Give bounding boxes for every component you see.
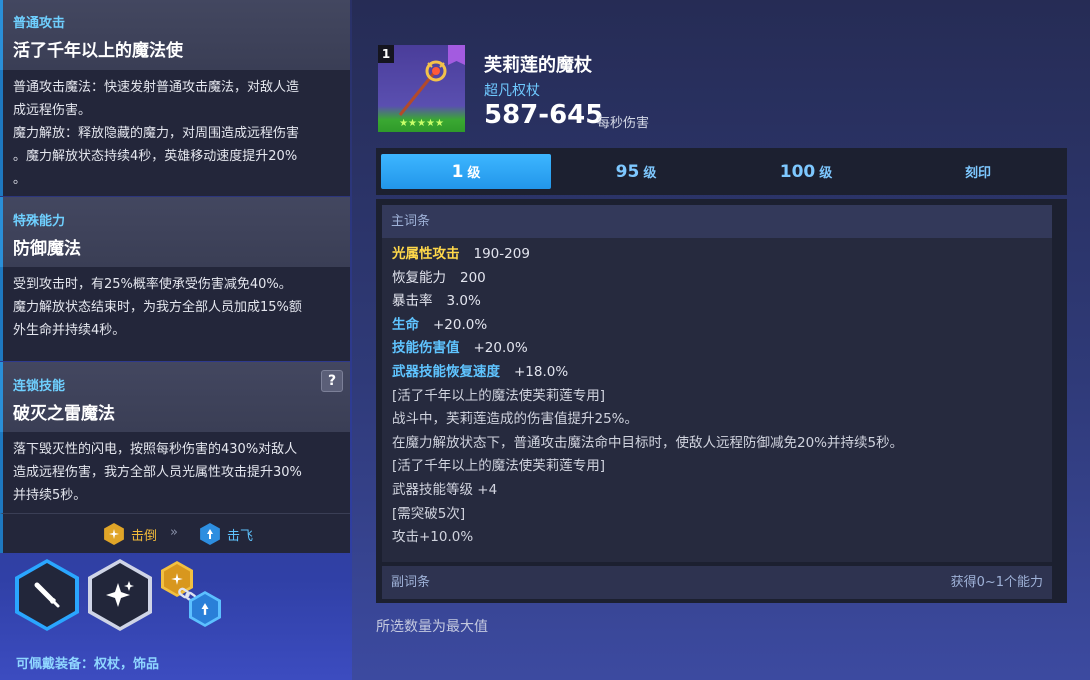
skill-header-chain: 连锁技能 破灭之雷魔法 bbox=[0, 362, 350, 432]
sparkle-icon bbox=[106, 581, 134, 607]
stat-label: 生命 bbox=[392, 316, 419, 333]
tab-num: 100 bbox=[779, 161, 816, 182]
stat-line: 武器技能恢复速度 +18.0% bbox=[392, 361, 1042, 385]
skill-slot-1[interactable] bbox=[15, 559, 79, 631]
level-tabs: 1 级 95 级 100 级 刻印 bbox=[376, 148, 1067, 195]
stat-note: 战斗中，芙莉莲造成的伤害值提升25%。 bbox=[392, 411, 639, 428]
star-rating: ★★★★★ bbox=[399, 118, 444, 129]
stat-value: 3.0% bbox=[446, 293, 481, 310]
stat-line: 生命 +20.0% bbox=[392, 314, 1042, 338]
desc-line: 外生命并持续4秒。 bbox=[13, 323, 126, 338]
desc-line: 受到攻击时，有25%概率使承受伤害减免40%。 bbox=[13, 277, 292, 292]
stat-note: [活了千年以上的魔法使芙莉莲专用] bbox=[392, 387, 606, 404]
stat-panel: 主词条 光属性攻击 190-209 恢复能力 200 暴击率 3.0% 生命 +20.0… bbox=[376, 199, 1067, 603]
tab-unit: 级 bbox=[643, 166, 657, 181]
desc-line: 。魔力解放状态持续4秒，英雄移动速度提升20% bbox=[13, 149, 298, 164]
chevron-right-icon: » bbox=[170, 525, 178, 540]
skill-desc-chain: 落下毁灭性的闪电，按照每秒伤害的430%对敌人 造成远程伤害，我方全部人员光属性… bbox=[0, 432, 350, 513]
sub-stats-note: 获得0~1个能力 bbox=[950, 575, 1043, 590]
skill-desc-special: 受到攻击时，有25%概率使承受伤害减免40%。 魔力解放状态结束时，为我方全部人… bbox=[0, 267, 350, 361]
skill-desc-normal: 普通攻击魔法：快速发射普通攻击魔法，对敌人造 成远程伤害。 魔力解放：释放隐藏的… bbox=[0, 70, 350, 196]
desc-line: 魔力解放状态结束时，为我方全部人员加成15%额 bbox=[13, 300, 302, 315]
stat-note: [活了千年以上的魔法使芙莉莲专用] bbox=[392, 458, 606, 475]
tab-unit: 级 bbox=[819, 166, 833, 181]
sub-stats-header: 副词条 获得0~1个能力 bbox=[382, 566, 1052, 599]
weapon-card[interactable]: 1 ★★★★★ bbox=[378, 45, 465, 132]
skill-title-normal: 活了千年以上的魔法使 bbox=[13, 41, 183, 61]
airborne-icon bbox=[192, 594, 218, 624]
stat-label: 恢复能力 bbox=[392, 269, 446, 286]
desc-line: 魔力解放：释放隐藏的魔力，对周围造成远程伤害 bbox=[13, 126, 300, 141]
tab-unit: 级 bbox=[467, 166, 481, 181]
desc-line: 并持续5秒。 bbox=[13, 488, 87, 503]
tab-level-95[interactable]: 95 级 bbox=[551, 154, 721, 189]
chain-effect-row: 击倒 » 击飞 bbox=[0, 513, 350, 553]
stat-label: 光属性攻击 bbox=[392, 246, 460, 262]
airborne-icon bbox=[200, 523, 220, 545]
desc-line: 普通攻击魔法：快速发射普通攻击魔法，对敌人造 bbox=[13, 80, 300, 95]
stat-line: 光属性攻击 190-209 bbox=[392, 243, 1042, 267]
skill-slot-2[interactable] bbox=[88, 559, 152, 631]
stat-label: 暴击率 bbox=[392, 293, 433, 310]
stat-value: 190-209 bbox=[473, 246, 530, 262]
stat-note: 在魔力解放状态下，普通攻击魔法命中目标时，使敌人远程防御减免20%并持续5秒。 bbox=[392, 434, 904, 451]
weapon-name: 芙莉莲的魔杖 bbox=[484, 55, 592, 76]
footer-note: 所选数量为最大值 bbox=[376, 619, 488, 635]
stat-label: 武器技能恢复速度 bbox=[392, 363, 500, 380]
skill-title-special: 防御魔法 bbox=[13, 239, 81, 259]
stat-note: [需突破5次] bbox=[392, 505, 466, 522]
sword-icon bbox=[34, 582, 60, 608]
sub-stats-title: 副词条 bbox=[391, 575, 431, 590]
tab-engrave[interactable]: 刻印 bbox=[891, 154, 1061, 189]
stat-value: +18.0% bbox=[514, 363, 569, 380]
stat-line: 暴击率 3.0% bbox=[392, 290, 1042, 314]
weapon-dps-unit: 每秒伤害 bbox=[597, 116, 650, 131]
skill-panel: 普通攻击 活了千年以上的魔法使 普通攻击魔法：快速发射普通攻击魔法，对敌人造 成… bbox=[0, 0, 352, 680]
tab-num: 1 bbox=[451, 161, 464, 182]
skill-title-chain: 破灭之雷魔法 bbox=[13, 404, 115, 424]
desc-line: 。 bbox=[13, 172, 27, 187]
stat-value: +20.0% bbox=[473, 340, 528, 357]
knockdown-icon bbox=[104, 523, 124, 545]
stat-note: 武器技能等级 +4 bbox=[392, 481, 498, 498]
skill-slot-1-inner bbox=[19, 563, 75, 627]
weapon-type: 超凡权杖 bbox=[484, 83, 540, 99]
skill-slot-2-inner bbox=[92, 563, 148, 627]
skill-header-special: 特殊能力 防御魔法 bbox=[0, 197, 350, 267]
stat-line: 技能伤害值 +20.0% bbox=[392, 337, 1042, 361]
tab-level-1[interactable]: 1 级 bbox=[381, 154, 551, 189]
skill-tag-special: 特殊能力 bbox=[13, 214, 66, 229]
weapon-dps: 587-645 bbox=[484, 100, 604, 130]
desc-line: 落下毁灭性的闪电，按照每秒伤害的430%对敌人 bbox=[13, 442, 298, 457]
skill-tag-chain: 连锁技能 bbox=[13, 379, 66, 394]
tab-num: 95 bbox=[615, 161, 640, 182]
stat-label: 技能伤害值 bbox=[392, 340, 460, 357]
help-button[interactable]: ? bbox=[321, 370, 343, 392]
stat-line: 恢复能力 200 bbox=[392, 267, 1042, 291]
stat-note: 攻击+10.0% bbox=[392, 529, 474, 546]
main-stats-body: 光属性攻击 190-209 恢复能力 200 暴击率 3.0% 生命 +20.0% 技能… bbox=[382, 238, 1052, 562]
skill-header-normal: 普通攻击 活了千年以上的魔法使 bbox=[0, 0, 350, 70]
tab-level-100[interactable]: 100 级 bbox=[721, 154, 891, 189]
tab-unit: 刻印 bbox=[964, 166, 991, 181]
skill-tag-normal: 普通攻击 bbox=[13, 16, 66, 31]
effect-from-label: 击倒 bbox=[131, 529, 158, 544]
desc-line: 造成远程伤害，我方全部人员光属性攻击提升30% bbox=[13, 465, 302, 480]
main-stats-header: 主词条 bbox=[382, 205, 1052, 238]
equip-label: 可佩戴装备：权杖，饰品 bbox=[16, 657, 160, 672]
stat-value: +20.0% bbox=[433, 316, 488, 333]
stat-value: 200 bbox=[460, 269, 486, 286]
staff-icon bbox=[398, 60, 447, 116]
effect-to-label: 击飞 bbox=[227, 529, 254, 544]
desc-line: 成远程伤害。 bbox=[13, 103, 92, 118]
